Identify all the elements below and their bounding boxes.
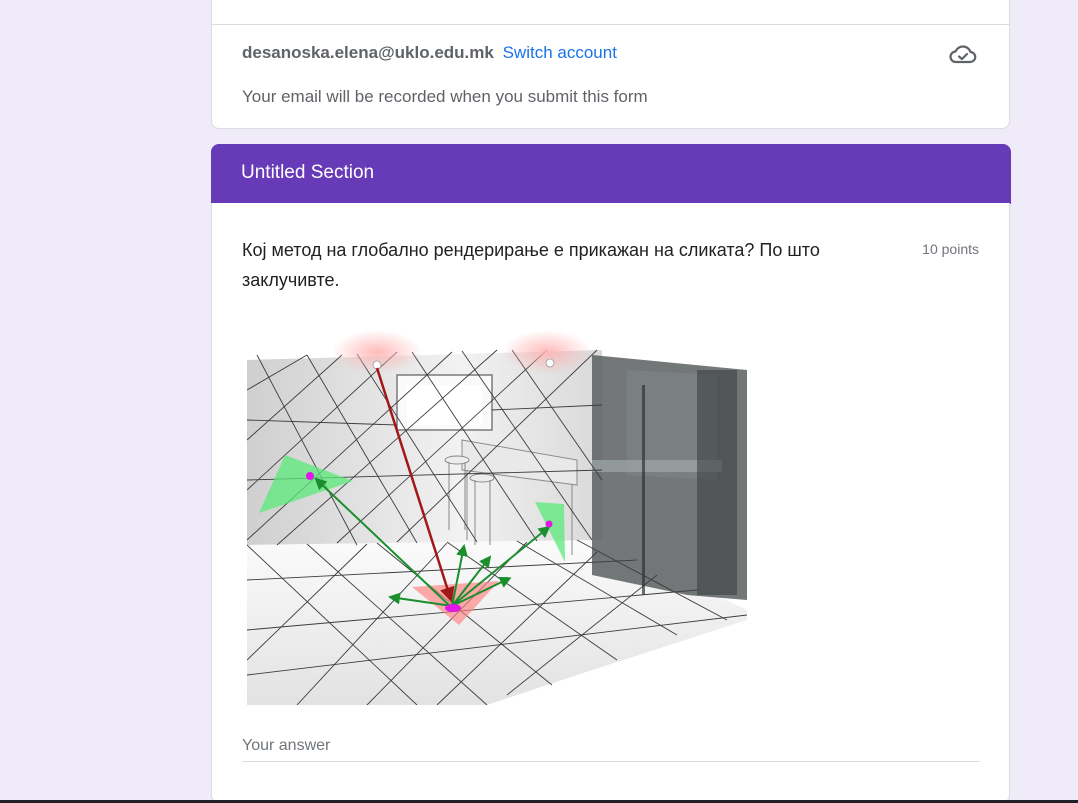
account-row: desanoska.elena@uklo.edu.mk Switch accou… (242, 43, 617, 63)
cloud-saved-icon (949, 45, 977, 64)
section-title: Untitled Section (241, 162, 375, 183)
question-points: 10 points (922, 241, 979, 257)
question-image (247, 330, 747, 705)
switch-account-link[interactable]: Switch account (503, 43, 617, 62)
question-card: Кој метод на глобално рендерирање е прик… (211, 203, 1010, 803)
answer-input[interactable]: Your answer (242, 737, 330, 755)
divider (212, 24, 1009, 25)
account-email: desanoska.elena@uklo.edu.mk (242, 43, 494, 62)
question-title: Кој метод на глобално рендерирање е прик… (242, 240, 820, 290)
section-header: Untitled Section (211, 144, 1011, 204)
account-card: desanoska.elena@uklo.edu.mk Switch accou… (211, 0, 1010, 129)
email-recorded-note: Your email will be recorded when you sub… (242, 87, 648, 106)
answer-underline (242, 761, 980, 762)
